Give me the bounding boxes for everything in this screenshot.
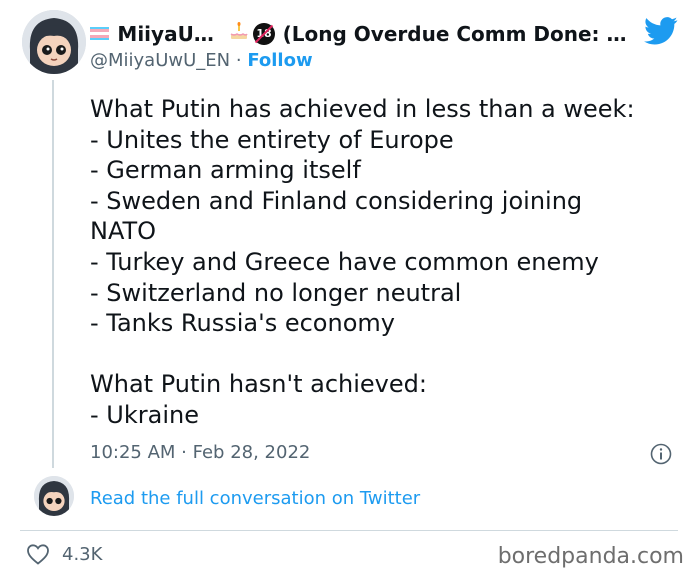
author-name-row[interactable]: MiiyaUwU 18 (Long Overdue Comm Done: 2… bbox=[90, 20, 630, 47]
read-conversation-link[interactable]: Read the full conversation on Twitter bbox=[90, 488, 420, 509]
tweet-line: - Tanks Russia's economy bbox=[90, 309, 395, 338]
tweet-line: - Ukraine bbox=[90, 400, 199, 429]
like-button[interactable]: 4.3K bbox=[26, 543, 102, 565]
no-under-18-icon: 18 bbox=[253, 22, 275, 45]
heart-icon bbox=[27, 544, 49, 565]
thread-line bbox=[52, 80, 54, 468]
tweet-timestamp[interactable]: 10:25 AM · Feb 28, 2022 bbox=[90, 442, 310, 463]
tweet-line: What Putin has achieved in less than a w… bbox=[90, 95, 635, 123]
tweet-line: What Putin hasn't achieved: bbox=[90, 370, 427, 399]
tweet-line: - Turkey and Greece have common enemy bbox=[90, 247, 599, 276]
divider bbox=[20, 530, 678, 531]
handle-row: @MiiyaUwU_EN · Follow bbox=[90, 50, 313, 71]
tweet-line: - Sweden and Finland considering joining bbox=[90, 186, 583, 215]
follow-button[interactable]: Follow bbox=[247, 50, 312, 71]
handle[interactable]: @MiiyaUwU_EN bbox=[90, 50, 230, 71]
separator: · bbox=[235, 50, 242, 71]
tweet-line: NATO bbox=[90, 217, 157, 246]
display-name-tail: (Long Overdue Comm Done: 2… bbox=[282, 21, 631, 46]
twitter-bird-icon[interactable] bbox=[644, 16, 678, 46]
avatar-small[interactable] bbox=[34, 476, 74, 516]
tweet-body: What Putin has achieved in less than a w… bbox=[90, 94, 680, 431]
display-name[interactable]: MiiyaUwU bbox=[117, 22, 225, 46]
likes-count: 4.3K bbox=[62, 543, 103, 565]
cake-icon bbox=[228, 20, 250, 47]
tweet-line: - Unites the entirety of Europe bbox=[90, 125, 454, 154]
tweet-line: - German arming itself bbox=[90, 156, 361, 185]
avatar[interactable] bbox=[22, 10, 86, 74]
watermark: boredpanda.com bbox=[497, 544, 684, 569]
tweet-line: - Switzerland no longer neutral bbox=[90, 278, 462, 307]
info-icon[interactable] bbox=[650, 443, 672, 465]
tweet-line bbox=[90, 339, 680, 370]
trans-flag-icon bbox=[90, 26, 110, 41]
